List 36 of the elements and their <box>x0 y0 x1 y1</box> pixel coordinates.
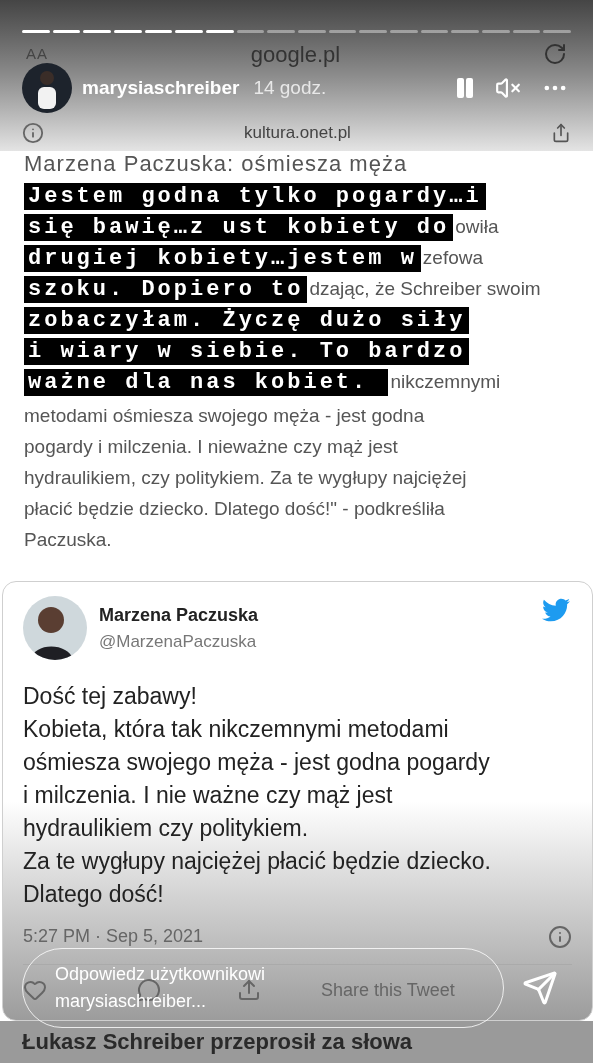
author-handle[interactable]: @MarzenaPaczuska <box>99 628 259 655</box>
tweet-text: i milczenia. I nie ważne czy mąż jest <box>23 781 394 810</box>
article-text: płacić będzie dziecko. Dlatego dość!" - podkreśliła <box>24 497 446 521</box>
tweet-text: Za te wygłupy najciężej płacić będzie dziecko. <box>23 847 492 876</box>
article-text-fragment: dzając, że Schreiber swoim <box>309 277 541 302</box>
article-text-fragment: nikczemnymi <box>390 370 501 395</box>
article-text: Paczuska. <box>24 528 113 552</box>
info-icon[interactable] <box>22 122 44 144</box>
mute-icon[interactable] <box>495 75 521 101</box>
article-text: metodami ośmiesza swojego męża - jest godna <box>24 404 426 428</box>
article-text-fragment: owiła <box>455 215 499 240</box>
info-icon[interactable] <box>548 924 572 949</box>
tweet-text: Dość tej zabawy! <box>23 682 198 711</box>
reload-icon[interactable] <box>543 42 567 66</box>
text-size-button[interactable]: AA <box>26 42 48 66</box>
article-text-fragment: zefowa <box>422 246 484 271</box>
next-headline: Łukasz Schreiber przeprosił za słowa <box>22 1028 414 1056</box>
browser-domain: google.pl <box>250 40 341 69</box>
share-tweet-link[interactable]: Share this Tweet <box>321 976 455 1004</box>
story-time: 14 godz. <box>253 75 327 100</box>
article-heading: Marzena Paczuska: ośmiesza męża <box>24 151 409 177</box>
username[interactable]: marysiaschreiber <box>82 73 240 103</box>
article-text: hydraulikiem, czy politykiem. Za te wygłupy najciężej <box>24 466 468 490</box>
article-text: pogardy i milczenia. I nieważne czy mąż jest <box>24 435 399 459</box>
tweet-text: Kobieta, która tak nikczemnymi metodami <box>23 715 450 744</box>
send-icon[interactable] <box>522 970 558 1006</box>
tweet-text: Dlatego dość! <box>23 880 165 909</box>
tweet-text: ośmiesza swojego męża - jest godna pogardy <box>23 748 491 777</box>
share-icon[interactable] <box>551 123 571 143</box>
user-avatar[interactable] <box>22 63 72 113</box>
tweet-text: hydraulikiem czy politykiem. <box>23 814 310 843</box>
tweet-timestamp: 5:27 PM · Sep 5, 2021 <box>23 925 204 948</box>
heart-icon[interactable] <box>23 978 47 1002</box>
site-domain: kultura.onet.pl <box>244 122 351 145</box>
author-name[interactable]: Marzena Paczuska <box>99 601 259 629</box>
bird-icon[interactable] <box>540 596 572 624</box>
